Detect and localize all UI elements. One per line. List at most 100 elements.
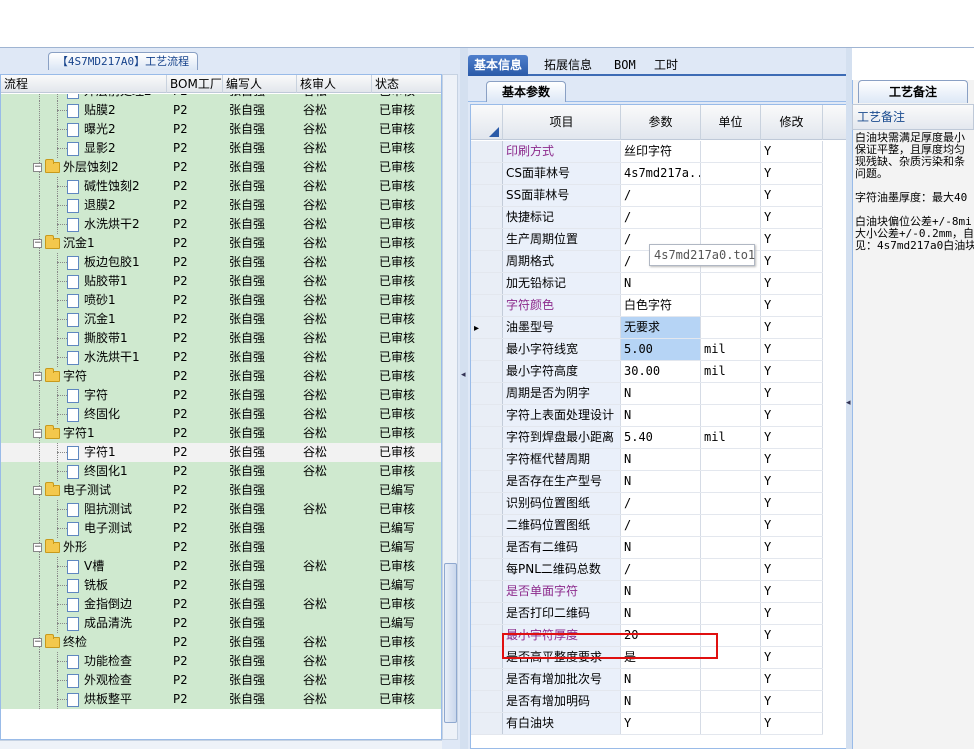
tree-row[interactable]: 外观检查 P2 张自强 谷松 已审核 <box>1 671 441 690</box>
parameter-value[interactable]: N <box>621 669 701 690</box>
tree-node-name[interactable]: 显影2 <box>67 139 167 158</box>
tree-row[interactable]: 终固化 P2 张自强 谷松 已审核 <box>1 405 441 424</box>
row-indicator[interactable] <box>471 647 503 668</box>
tree-node-name[interactable]: − 字符1 <box>33 424 167 443</box>
parameter-modify[interactable]: Y <box>761 559 823 580</box>
row-indicator[interactable] <box>471 581 503 602</box>
parameter-modify[interactable]: Y <box>761 427 823 448</box>
col-author[interactable]: 编写人 <box>223 75 297 93</box>
parameter-modify[interactable]: Y <box>761 515 823 536</box>
parameter-row[interactable]: 周期是否为阴字 N Y <box>471 383 823 405</box>
row-indicator[interactable] <box>471 427 503 448</box>
row-indicator[interactable] <box>471 163 503 184</box>
tree-row[interactable]: 阻抗测试 P2 张自强 谷松 已审核 <box>1 500 441 519</box>
collapse-icon[interactable]: − <box>33 239 42 248</box>
parameter-row[interactable]: 字符框代替周期 N Y <box>471 449 823 471</box>
parameter-modify[interactable]: Y <box>761 317 823 338</box>
tree-horizontal-scrollbar[interactable] <box>0 740 442 749</box>
parameter-value[interactable]: N <box>621 581 701 602</box>
tree-row[interactable]: 字符1 P2 张自强 谷松 已审核 <box>1 443 441 462</box>
tree-node-name[interactable]: − 沉金1 <box>33 234 167 253</box>
parameter-value[interactable]: Y <box>621 713 701 734</box>
collapse-left-icon[interactable]: ◂ <box>461 370 466 390</box>
parameter-modify[interactable]: Y <box>761 537 823 558</box>
parameter-modify[interactable]: Y <box>761 713 823 734</box>
parameter-modify[interactable]: Y <box>761 339 823 360</box>
parameter-modify[interactable]: Y <box>761 691 823 712</box>
parameter-value[interactable]: / <box>621 559 701 580</box>
parameter-value[interactable]: N <box>621 449 701 470</box>
parameter-row[interactable]: 周期格式 / Y <box>471 251 823 273</box>
parameter-row[interactable]: 生产周期位置 / Y <box>471 229 823 251</box>
row-indicator[interactable] <box>471 141 503 162</box>
col-status[interactable]: 状态 <box>372 75 441 93</box>
tree-node-name[interactable]: 贴膜2 <box>67 101 167 120</box>
parameter-value[interactable]: 30.00 <box>621 361 701 382</box>
parameter-modify[interactable]: Y <box>761 405 823 426</box>
parameter-modify[interactable]: Y <box>761 163 823 184</box>
collapse-right-icon[interactable]: ◂ <box>846 398 851 418</box>
tree-row[interactable]: − 外形 P2 张自强 已编写 <box>1 538 441 557</box>
parameter-value[interactable]: N <box>621 273 701 294</box>
parameter-value[interactable]: / <box>621 493 701 514</box>
left-splitter[interactable]: ◂ <box>460 48 468 749</box>
col-process[interactable]: 流程 <box>1 75 167 93</box>
tree-vertical-scrollbar[interactable] <box>442 74 458 740</box>
tree-row[interactable]: − 沉金1 P2 张自强 谷松 已审核 <box>1 234 441 253</box>
parameter-row[interactable]: 最小字符高度 30.00 mil Y <box>471 361 823 383</box>
parameter-modify[interactable]: Y <box>761 625 823 646</box>
col-reviewer[interactable]: 核审人 <box>297 75 372 93</box>
row-indicator[interactable] <box>471 559 503 580</box>
collapse-icon[interactable]: − <box>33 543 42 552</box>
row-indicator[interactable] <box>471 339 503 360</box>
tree-node-name[interactable]: 退膜2 <box>67 196 167 215</box>
tree-row[interactable]: − 外层蚀刻2 P2 张自强 谷松 已审核 <box>1 158 441 177</box>
parameter-row[interactable]: 印刷方式 丝印字符 Y <box>471 141 823 163</box>
tree-row[interactable]: 终固化1 P2 张自强 谷松 已审核 <box>1 462 441 481</box>
tree-node-name[interactable]: 沉金1 <box>67 310 167 329</box>
tree-row[interactable]: 金指倒边 P2 张自强 谷松 已审核 <box>1 595 441 614</box>
col-unit[interactable]: 单位 <box>701 105 761 140</box>
parameter-row[interactable]: 是否打印二维码 N Y <box>471 603 823 625</box>
tree-node-name[interactable]: − 外层蚀刻2 <box>33 158 167 177</box>
tree-row[interactable]: 撕胶带1 P2 张自强 谷松 已审核 <box>1 329 441 348</box>
parameter-value[interactable]: 无要求 <box>621 317 701 338</box>
parameter-row[interactable]: SS面菲林号 / Y <box>471 185 823 207</box>
col-modify[interactable]: 修改 <box>761 105 823 140</box>
tree-node-name[interactable]: V槽 <box>67 557 167 576</box>
parameter-modify[interactable]: Y <box>761 471 823 492</box>
parameter-modify[interactable]: Y <box>761 581 823 602</box>
tree-row[interactable]: 板边包胶1 P2 张自强 谷松 已审核 <box>1 253 441 272</box>
parameter-row[interactable]: 有白油块 Y Y <box>471 713 823 735</box>
row-indicator[interactable] <box>471 449 503 470</box>
tree-row[interactable]: 水洗烘干2 P2 张自强 谷松 已审核 <box>1 215 441 234</box>
parameter-value[interactable]: / <box>621 515 701 536</box>
tree-node-name[interactable]: 水洗烘干2 <box>67 215 167 234</box>
tree-scroll-thumb[interactable] <box>444 563 457 723</box>
tab-work-hours[interactable]: 工时 <box>648 55 684 76</box>
row-indicator[interactable] <box>471 625 503 646</box>
parameter-modify[interactable]: Y <box>761 251 823 272</box>
tree-node-name[interactable]: 电子测试 <box>67 519 167 538</box>
tree-row[interactable]: − 字符1 P2 张自强 谷松 已审核 <box>1 424 441 443</box>
parameter-modify[interactable]: Y <box>761 647 823 668</box>
col-value[interactable]: 参数 <box>621 105 701 140</box>
tab-extended-info[interactable]: 拓展信息 <box>538 55 598 76</box>
collapse-icon[interactable]: − <box>33 486 42 495</box>
parameter-value[interactable]: 5.00 <box>621 339 701 360</box>
tree-node-name[interactable]: 功能检查 <box>67 652 167 671</box>
tree-row[interactable]: 曝光2 P2 张自强 谷松 已审核 <box>1 120 441 139</box>
tree-node-name[interactable]: 外观检查 <box>67 671 167 690</box>
tree-row[interactable]: 退膜2 P2 张自强 谷松 已审核 <box>1 196 441 215</box>
row-indicator[interactable] <box>471 603 503 624</box>
tree-node-name[interactable]: 字符1 <box>67 443 167 462</box>
collapse-icon[interactable]: − <box>33 163 42 172</box>
remarks-text[interactable]: 白油块需满足厚度最小 保证平整，且厚度均匀 现残缺、杂质污染和条 问题。 字符油墨厚度：… <box>855 132 974 264</box>
tree-row[interactable]: 外层前处理2 P2 张自强 谷松 已审核 <box>1 94 441 101</box>
row-indicator[interactable] <box>471 493 503 514</box>
parameter-row[interactable]: 是否有增加批次号 N Y <box>471 669 823 691</box>
row-indicator[interactable] <box>471 669 503 690</box>
row-indicator[interactable] <box>471 713 503 734</box>
tree-node-name[interactable]: 字符 <box>67 386 167 405</box>
collapse-icon[interactable]: − <box>33 429 42 438</box>
